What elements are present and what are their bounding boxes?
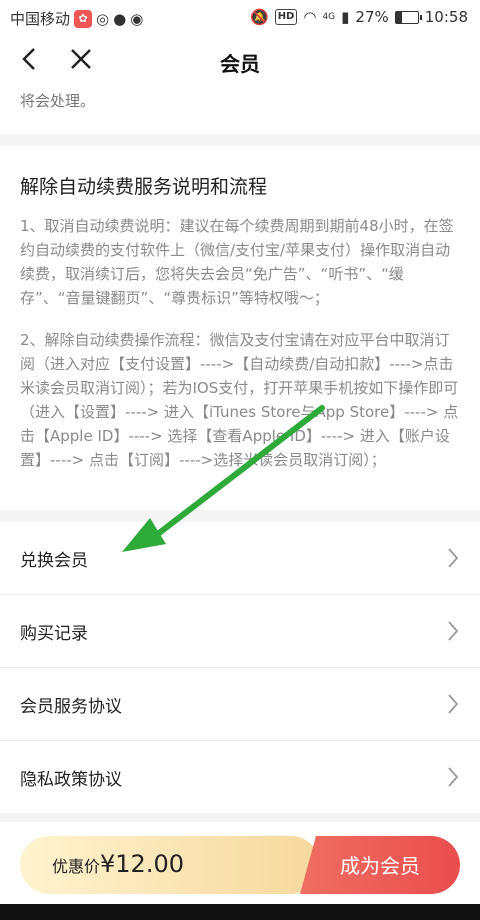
hd-icon: HD xyxy=(274,9,298,25)
message-icon: ◉ xyxy=(130,9,144,28)
wechat-icon: ◎ xyxy=(96,9,110,28)
network-label: 4G xyxy=(322,12,336,22)
battery-percent: 27% xyxy=(355,8,389,26)
menu-item-label: 隐私政策协议 xyxy=(20,770,122,790)
price-display: 优惠价¥12.00 xyxy=(20,836,320,894)
wifi-icon: ◠ xyxy=(303,8,317,26)
chevron-right-icon xyxy=(448,548,459,568)
section-paragraph-1: 1、取消自动续费说明：建议在每个续费周期到期前48小时，在签约自动续费的支付软件… xyxy=(20,217,454,307)
auto-renew-info-card: 解除自动续费服务说明和流程 1、取消自动续费说明：建议在每个续费周期到期前48小… xyxy=(0,146,480,510)
menu-item-service-agreement[interactable]: 会员服务协议 xyxy=(0,668,480,741)
menu-item-label: 购买记录 xyxy=(20,624,88,644)
app-notify-icon: ✿ xyxy=(74,9,93,28)
time-label: 10:58 xyxy=(424,8,468,26)
chevron-right-icon xyxy=(448,694,459,714)
previous-section-text: 将会处理。 xyxy=(20,92,96,110)
price-text: 优惠价¥12.00 xyxy=(52,850,184,878)
price-prefix: 优惠价 xyxy=(52,857,101,876)
previous-section-tail: 将会处理。 xyxy=(0,86,480,134)
battery-icon xyxy=(394,10,422,24)
section-paragraph-2: 2、解除自动续费操作流程：微信及支付宝请在对应平台中取消订阅（进入对应【支付设置… xyxy=(20,331,459,469)
menu-item-label: 兑换会员 xyxy=(20,551,88,571)
menu-item-redeem[interactable]: 兑换会员 xyxy=(0,522,480,595)
menu-item-privacy-policy[interactable]: 隐私政策协议 xyxy=(0,741,480,814)
chevron-right-icon xyxy=(448,767,459,787)
chevron-right-icon xyxy=(448,621,459,641)
menu-item-purchase-history[interactable]: 购买记录 xyxy=(0,595,480,668)
status-bar: 中国移动 ✿ ◎ ● ◉ 🔕 HD ◠ 4G ▮ 27% 10:58 xyxy=(0,0,480,34)
menu-item-label: 会员服务协议 xyxy=(20,697,122,717)
signal-icon: ▮ xyxy=(341,8,350,26)
system-nav-bar xyxy=(0,904,480,920)
become-member-button[interactable]: 成为会员 xyxy=(300,836,460,894)
location-icon: ● xyxy=(113,9,127,28)
price-value: ¥12.00 xyxy=(100,850,184,878)
mute-icon: 🔕 xyxy=(250,8,269,26)
section-title: 解除自动续费服务说明和流程 xyxy=(20,176,268,198)
carrier-label: 中国移动 xyxy=(10,10,71,28)
nav-bar: 会员 xyxy=(0,34,480,87)
member-menu: 兑换会员 购买记录 会员服务协议 隐私政策协议 xyxy=(0,522,480,814)
become-member-label: 成为会员 xyxy=(340,854,420,878)
page-title: 会员 xyxy=(220,52,260,76)
